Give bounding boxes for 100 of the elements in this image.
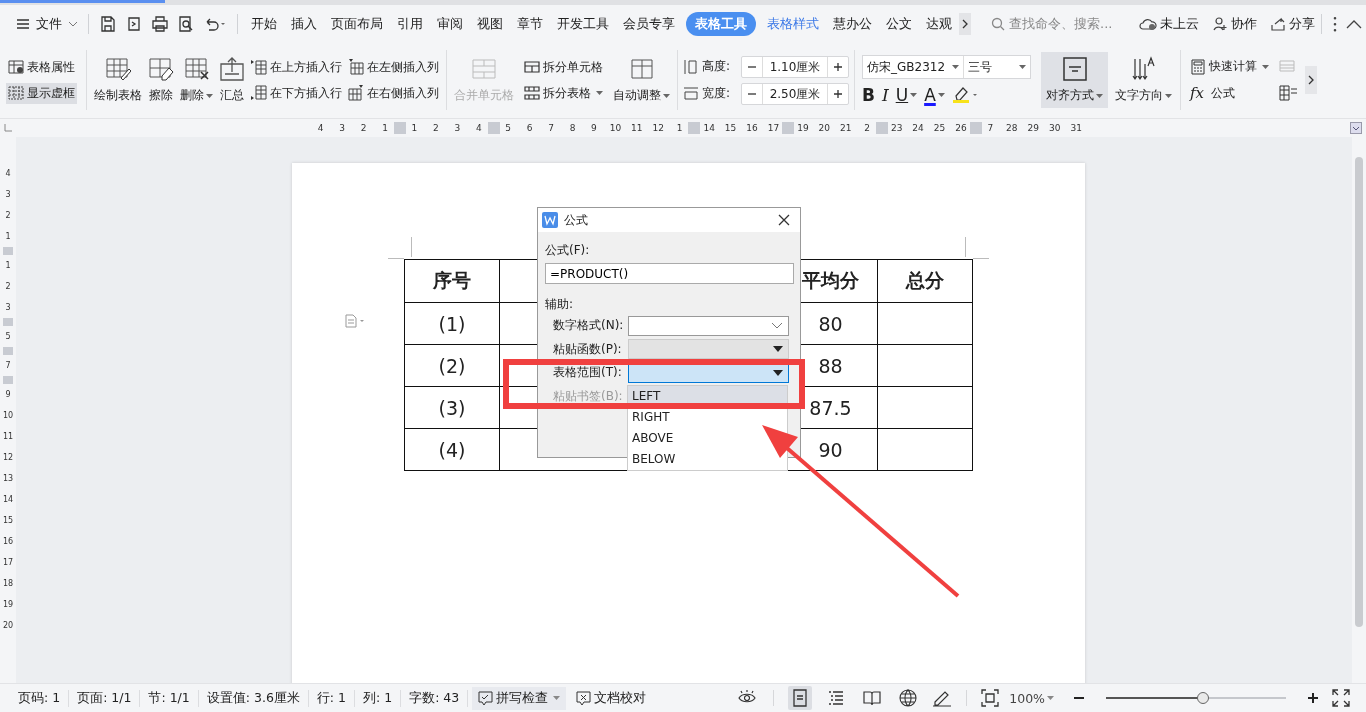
insert-row-above-button[interactable]: 在上方插入行 (249, 56, 344, 78)
delete-button[interactable]: 删除 (178, 52, 215, 108)
insert-row-icon (251, 59, 267, 75)
menu-tab[interactable]: 开始 (244, 11, 284, 36)
more-icon[interactable] (1332, 15, 1338, 32)
collaborate-button[interactable]: 协作 (1212, 14, 1257, 33)
zoom-level-select[interactable]: 100% (1009, 690, 1054, 706)
split-table-button[interactable]: 拆分表格 (522, 82, 605, 104)
fit-page-icon[interactable] (981, 689, 1000, 707)
page-view-icon[interactable] (788, 686, 813, 710)
menu-tab[interactable]: 公文 (879, 11, 919, 36)
highlighter-icon[interactable] (951, 86, 980, 104)
menu-tab[interactable]: 慧办公 (826, 11, 879, 36)
show-gridlines-button[interactable]: 显示虚框 (6, 82, 77, 104)
insert-column-right-button[interactable]: 在右侧插入列 (346, 82, 441, 104)
ruler-number: 2 (5, 281, 11, 293)
table-properties-button[interactable]: 表格属性 (6, 56, 77, 78)
ruler-number: 1 (410, 123, 419, 133)
insert-row-below-button[interactable]: 在下方插入行 (249, 82, 344, 104)
ruler-marker[interactable] (3, 247, 13, 255)
ruler-number: 28 (1005, 123, 1019, 133)
formula-input[interactable]: =PRODUCT() (545, 263, 794, 284)
status-text: 列: 1 (355, 689, 402, 707)
quick-calc-button[interactable]: 快速计算 (1188, 56, 1271, 77)
menu-tab[interactable]: 达观 (919, 11, 959, 36)
assist-label: 辅助: (545, 296, 575, 313)
table-cell: (2) (404, 344, 500, 387)
ruler-number: 21 (839, 123, 853, 133)
width-spinner[interactable]: 2.50厘米 (741, 82, 849, 105)
align-box-icon (1061, 56, 1088, 82)
export-icon[interactable] (125, 14, 143, 33)
plus-icon[interactable] (833, 88, 843, 99)
menu-tab[interactable]: 页面布局 (324, 11, 390, 36)
caret-icon (773, 369, 783, 376)
table-info-icon (8, 59, 24, 75)
erase-button[interactable]: 擦除 (146, 52, 176, 108)
text-direction-button[interactable]: 文字方向 (1110, 52, 1177, 108)
underline-button[interactable]: U (895, 85, 918, 105)
draw-table-button[interactable]: 绘制表格 (92, 52, 144, 108)
formula-button[interactable]: fx 公式 (1188, 82, 1271, 104)
pen-icon[interactable] (932, 689, 953, 707)
select-field[interactable] (628, 315, 789, 336)
save-icon[interactable] (99, 14, 117, 33)
caret-icon (596, 91, 603, 95)
ruler-marker[interactable] (393, 122, 406, 134)
plus-icon[interactable] (833, 61, 843, 72)
menu-tab[interactable]: 视图 (470, 11, 510, 36)
ruler-marker[interactable] (688, 122, 701, 134)
print-preview-icon[interactable] (177, 14, 195, 33)
row-height-icon (683, 58, 699, 75)
spell-check-button[interactable]: 拼写检查 (472, 686, 567, 710)
ruler-marker[interactable] (3, 318, 13, 326)
ruler-number: 16 (2, 536, 14, 548)
ruler-number: 17 (2, 557, 14, 569)
ruler-number: 1 (381, 123, 389, 133)
zoom-slider[interactable] (1106, 692, 1286, 704)
ruler-marker[interactable] (875, 122, 888, 134)
height-spinner[interactable]: 1.10厘米 (741, 55, 849, 78)
ruler-number: 4 (316, 123, 325, 133)
ruler-marker[interactable] (3, 347, 13, 355)
fullscreen-icon[interactable] (1332, 689, 1350, 707)
ruler-marker[interactable] (3, 376, 13, 384)
table-convert-icon[interactable] (1279, 85, 1297, 101)
insert-column-icon (348, 59, 364, 75)
ruler-toggle-icon[interactable] (1350, 122, 1362, 134)
caret-icon (773, 346, 783, 353)
collapse-icon[interactable] (1346, 18, 1362, 29)
italic-button[interactable]: I (881, 85, 889, 105)
font-color-button[interactable]: A (924, 85, 945, 105)
menu-tab[interactable]: 插入 (284, 11, 324, 36)
ruler-marker[interactable] (487, 122, 500, 134)
chevron-right-icon[interactable] (959, 12, 971, 35)
search-field[interactable]: 查找命令、搜索... (991, 16, 1126, 31)
menu-tab[interactable]: 表格样式 (760, 11, 826, 36)
menu-tab[interactable]: 章节 (510, 11, 550, 36)
formula-label: 公式(F): (545, 242, 591, 259)
split-cells-button[interactable]: 拆分单元格 (522, 56, 605, 78)
alignment-button[interactable]: 对齐方式 (1041, 52, 1108, 108)
ruler-number: 30 (1048, 123, 1062, 133)
summary-button[interactable]: 汇总 (217, 52, 247, 108)
menu-tab[interactable]: 会员专享 (616, 11, 682, 36)
menu-tab[interactable]: 引用 (390, 11, 430, 36)
zoom-in-icon[interactable] (1306, 691, 1320, 705)
print-icon[interactable] (151, 14, 169, 33)
proofread-button[interactable]: 文档校对 (570, 686, 653, 710)
share-button[interactable]: 分享 (1270, 14, 1315, 33)
insert-column-left-button[interactable]: 在左侧插入列 (346, 56, 441, 78)
ruler-number: 11 (630, 123, 644, 133)
ruler-marker[interactable] (782, 122, 795, 134)
menu-tab[interactable]: 开发工具 (550, 11, 616, 36)
autofit-button[interactable]: 自动调整 (611, 52, 672, 108)
ribbon-scroll-button[interactable] (1305, 66, 1317, 94)
bold-button[interactable]: B (862, 85, 875, 105)
ruler-marker[interactable] (969, 122, 982, 134)
menu-tab[interactable]: 审阅 (430, 11, 470, 36)
status-text: 字数: 43 (401, 689, 469, 707)
cloud-button[interactable]: 未上云 (1139, 14, 1199, 33)
file-menu[interactable]: 文件 (12, 11, 82, 36)
ruler-number: 3 (338, 123, 346, 133)
close-icon[interactable] (778, 214, 790, 226)
